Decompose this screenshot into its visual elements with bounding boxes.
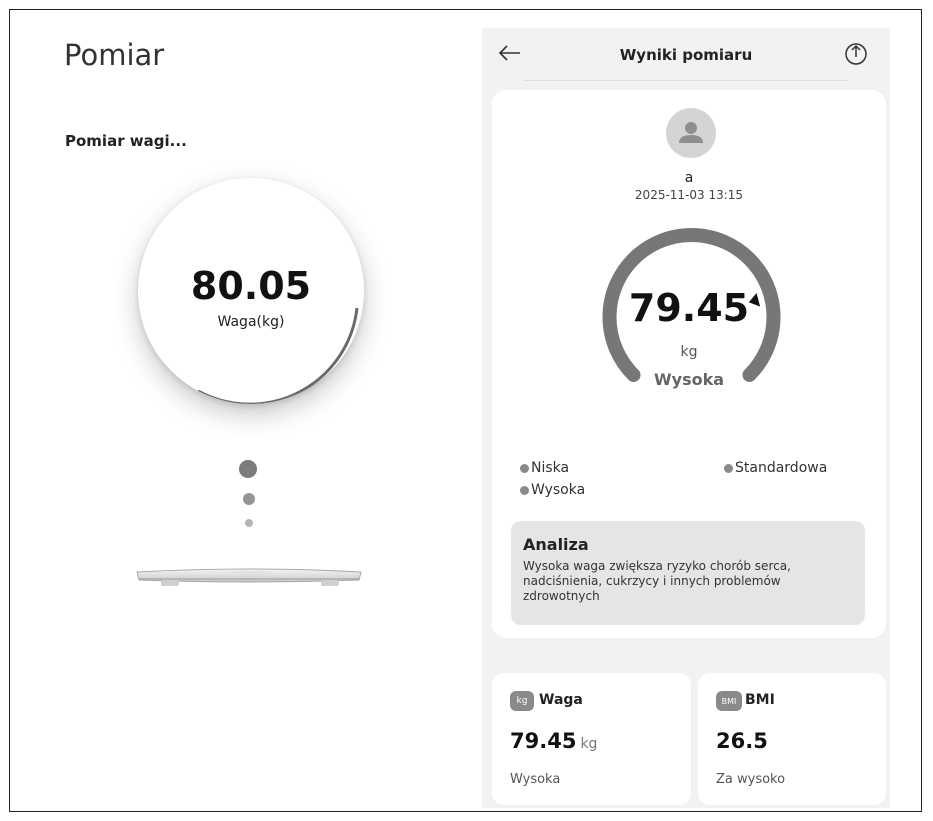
screenshot-frame: Pomiar Pomiar wagi... 80.05 Waga(kg) Wyn… — [9, 9, 922, 812]
gauge-unit: kg — [680, 344, 698, 360]
avatar — [666, 108, 716, 158]
result-card: a 2025-11-03 13:15 79.45 kg Wysoka Niska… — [492, 90, 886, 638]
user-avatar-icon — [679, 122, 703, 143]
bmi-card-status: Za wysoko — [716, 772, 786, 787]
bathroom-scale-icon — [136, 568, 362, 586]
results-screen: Wyniki pomiaru a 2025-11-03 13:15 79.45 … — [482, 28, 890, 808]
analysis-title: Analiza — [523, 535, 589, 554]
bmi-card[interactable]: BMI BMI 26.5 Za wysoko — [698, 673, 886, 805]
page-title: Pomiar — [64, 38, 165, 72]
loading-dot-large — [239, 460, 257, 478]
measurement-date: 2025-11-03 13:15 — [634, 188, 744, 202]
weight-unit-label: Waga(kg) — [217, 314, 285, 330]
legend-dot — [520, 485, 529, 495]
gauge-value: 79.45 — [628, 286, 750, 330]
legend-label: Wysoka — [531, 482, 586, 498]
legend-label: Niska — [531, 460, 570, 476]
weight-card-status: Wysoka — [510, 772, 561, 787]
user-name: a — [684, 170, 694, 186]
weight-card-value-row: 79.45 kg — [510, 729, 597, 753]
measuring-status: Pomiar wagi... — [65, 132, 187, 150]
loading-dot-small — [245, 519, 253, 527]
legend-dot — [724, 463, 733, 473]
top-bar: Wyniki pomiaru — [482, 28, 890, 81]
legend-item-standardowa: Standardowa — [724, 460, 827, 476]
weight-card-unit: kg — [580, 736, 598, 752]
weight-card[interactable]: kg Waga 79.45 kg Wysoka — [492, 673, 691, 805]
weight-card-title: Waga — [539, 692, 583, 708]
legend-label: Standardowa — [735, 460, 828, 476]
analysis-box: Analiza Wysoka waga zwiększa ryzyko chor… — [511, 521, 865, 625]
results-title: Wyniki pomiaru — [619, 46, 753, 64]
weight-card-value: 79.45 — [510, 729, 577, 753]
legend-dot — [520, 463, 529, 473]
bmi-card-value: 26.5 — [716, 729, 768, 753]
loading-dot-medium — [243, 493, 255, 505]
gauge-status: Wysoka — [653, 370, 725, 389]
legend-item-niska: Niska — [520, 460, 569, 476]
legend-item-wysoka: Wysoka — [520, 482, 585, 498]
share-upload-icon[interactable] — [844, 40, 868, 66]
measuring-screen: Pomiar Pomiar wagi... 80.05 Waga(kg) — [10, 10, 480, 811]
kg-weight-icon: kg — [510, 691, 534, 711]
bmi-card-title: BMI — [745, 692, 775, 708]
weight-value: 80.05 — [190, 264, 312, 308]
analysis-text: Wysoka waga zwiększa ryzyko chorób serca… — [523, 559, 791, 603]
bmi-icon: BMI — [716, 691, 742, 711]
weight-readout-circle: 80.05 Waga(kg) — [138, 178, 364, 404]
header-divider — [524, 80, 848, 81]
